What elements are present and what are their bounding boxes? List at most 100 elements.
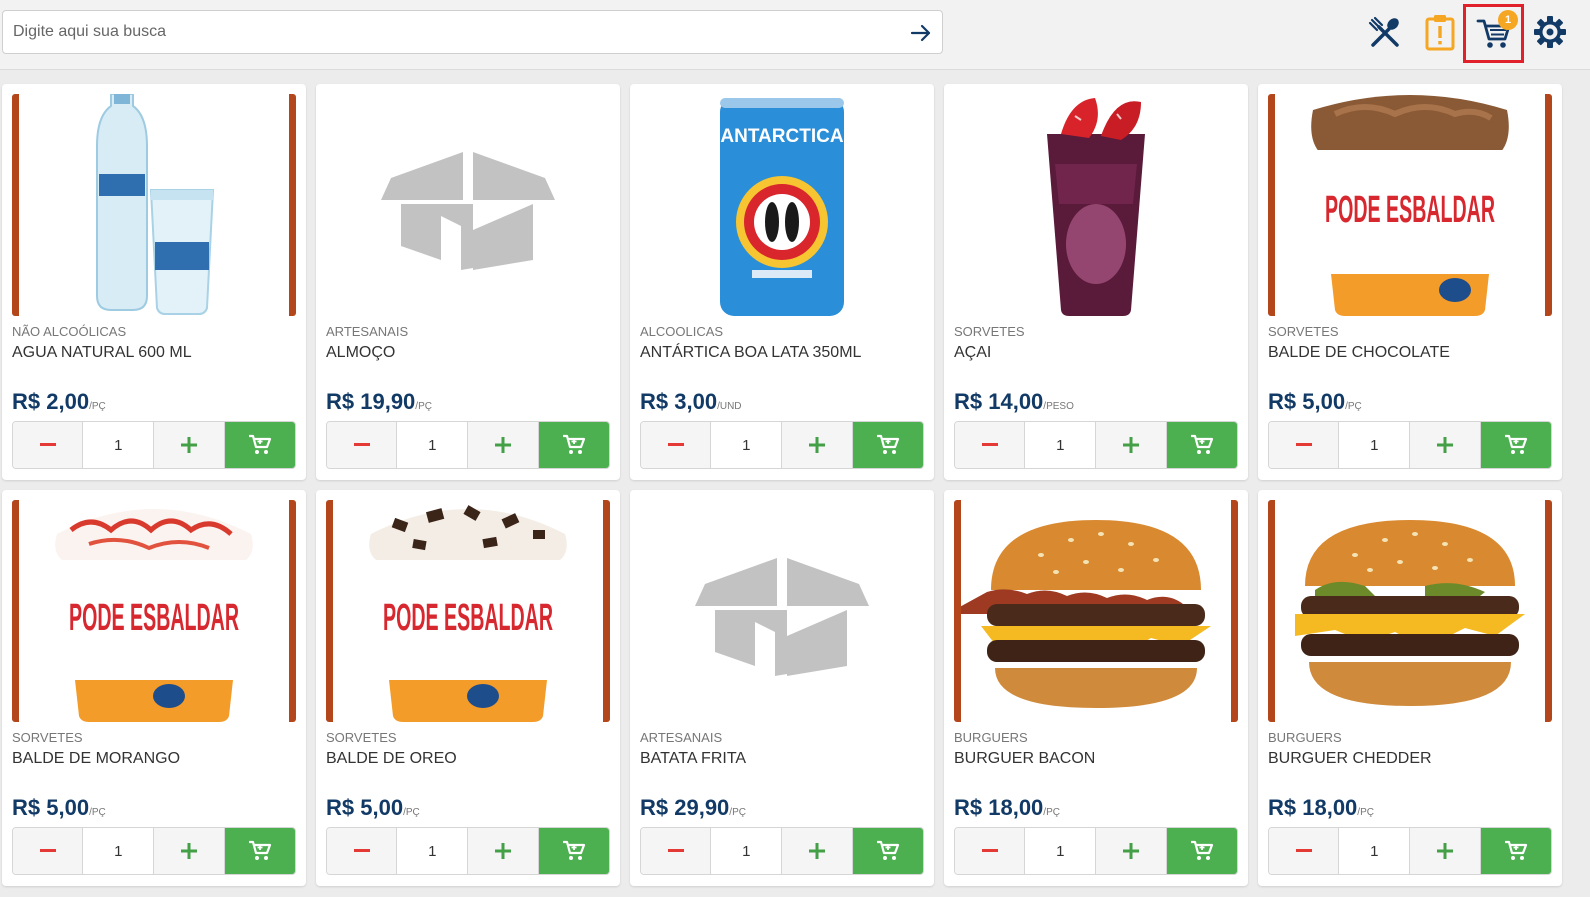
product-image-placeholder[interactable] xyxy=(326,94,610,316)
product-price: R$ 29,90/PÇ xyxy=(640,795,746,821)
product-card: ARTESANAIS ALMOÇO R$ 19,90/PÇ xyxy=(316,84,620,480)
price-value: R$ 19,90 xyxy=(326,389,416,414)
product-image[interactable] xyxy=(954,94,1238,316)
product-price: R$ 5,00/PÇ xyxy=(326,795,420,821)
product-name: BALDE DE OREO xyxy=(326,750,457,767)
product-price: R$ 18,00/PÇ xyxy=(1268,795,1374,821)
add-to-cart-button[interactable] xyxy=(1166,828,1237,874)
product-card: PODE ESBALDAR SORVETES BALDE DE MORANGO … xyxy=(2,490,306,886)
decrease-quantity-button[interactable] xyxy=(327,828,398,874)
increase-quantity-button[interactable] xyxy=(468,422,539,468)
product-name: ANTÁRTICA BOA LATA 350ML xyxy=(640,344,862,361)
add-to-cart-icon xyxy=(1190,434,1213,454)
add-to-cart-icon xyxy=(562,840,585,860)
decrease-quantity-button[interactable] xyxy=(641,828,712,874)
product-grid: NÃO ALCOÓLICAS AGUA NATURAL 600 ML R$ 2,… xyxy=(2,84,1568,886)
product-name: AGUA NATURAL 600 ML xyxy=(12,344,192,361)
product-category: ALCOOLICAS xyxy=(640,324,724,339)
product-card: BURGUERS BURGUER BACON R$ 18,00/PÇ xyxy=(944,490,1248,886)
increase-quantity-button[interactable] xyxy=(1410,828,1481,874)
orders-clipboard-icon[interactable] xyxy=(1416,7,1464,57)
increase-quantity-button[interactable] xyxy=(154,828,225,874)
decrease-quantity-button[interactable] xyxy=(13,422,84,468)
product-image[interactable]: ANTARCTICA xyxy=(640,94,924,316)
increase-quantity-button[interactable] xyxy=(782,828,853,874)
product-category: SORVETES xyxy=(1268,324,1339,339)
increase-quantity-button[interactable] xyxy=(1096,422,1167,468)
product-image[interactable] xyxy=(12,94,296,316)
product-price: R$ 19,90/PÇ xyxy=(326,389,432,415)
bucket-brand-text: PODE ESBALDAR xyxy=(383,597,553,639)
decrease-quantity-button[interactable] xyxy=(1269,828,1340,874)
quantity-controls xyxy=(326,421,610,469)
search-box xyxy=(2,10,943,54)
quantity-input[interactable] xyxy=(397,828,469,874)
product-image[interactable] xyxy=(954,500,1238,722)
decrease-quantity-button[interactable] xyxy=(327,422,398,468)
can-label-text: ANTARCTICA xyxy=(720,126,843,147)
product-price: R$ 5,00/PÇ xyxy=(12,795,106,821)
decrease-quantity-button[interactable] xyxy=(641,422,712,468)
decrease-quantity-button[interactable] xyxy=(955,828,1026,874)
add-to-cart-button[interactable] xyxy=(1480,422,1551,468)
menu-cutlery-icon[interactable] xyxy=(1361,7,1409,57)
add-to-cart-button[interactable] xyxy=(852,422,923,468)
decrease-quantity-button[interactable] xyxy=(955,422,1026,468)
quantity-input[interactable] xyxy=(83,828,155,874)
search-input[interactable] xyxy=(13,11,893,53)
bucket-brand-text: PODE ESBALDAR xyxy=(69,597,239,639)
add-to-cart-button[interactable] xyxy=(852,828,923,874)
price-unit: /PESO xyxy=(1043,401,1074,412)
product-name: BURGUER BACON xyxy=(954,750,1096,767)
product-price: R$ 18,00/PÇ xyxy=(954,795,1060,821)
add-to-cart-icon xyxy=(876,434,899,454)
increase-quantity-button[interactable] xyxy=(154,422,225,468)
product-image[interactable]: PODE ESBALDAR xyxy=(326,500,610,722)
product-category: BURGUERS xyxy=(954,730,1028,745)
quantity-input[interactable] xyxy=(711,422,783,468)
decrease-quantity-button[interactable] xyxy=(13,828,84,874)
add-to-cart-icon xyxy=(1504,840,1527,860)
product-category: SORVETES xyxy=(326,730,397,745)
quantity-controls xyxy=(640,421,924,469)
increase-quantity-button[interactable] xyxy=(782,422,853,468)
price-value: R$ 3,00 xyxy=(640,389,718,414)
quantity-input[interactable] xyxy=(1339,422,1411,468)
quantity-input[interactable] xyxy=(711,828,783,874)
add-to-cart-button[interactable] xyxy=(224,422,295,468)
product-image-placeholder[interactable] xyxy=(640,500,924,722)
settings-gear-icon[interactable] xyxy=(1526,7,1574,57)
price-value: R$ 5,00 xyxy=(1268,389,1346,414)
quantity-input[interactable] xyxy=(397,422,469,468)
price-unit: /PÇ xyxy=(89,401,106,412)
search-submit-arrow-icon[interactable] xyxy=(906,18,936,48)
quantity-input[interactable] xyxy=(1339,828,1411,874)
add-to-cart-button[interactable] xyxy=(1166,422,1237,468)
quantity-input[interactable] xyxy=(1025,422,1097,468)
product-image[interactable]: PODE ESBALDAR xyxy=(12,500,296,722)
product-name: ALMOÇO xyxy=(326,344,396,361)
increase-quantity-button[interactable] xyxy=(1096,828,1167,874)
quantity-controls xyxy=(12,421,296,469)
product-price: R$ 2,00/PÇ xyxy=(12,389,106,415)
empty-box-icon xyxy=(695,558,869,676)
price-unit: /PÇ xyxy=(1345,401,1362,412)
price-value: R$ 14,00 xyxy=(954,389,1044,414)
product-image[interactable]: PODE ESBALDAR xyxy=(1268,94,1552,316)
add-to-cart-button[interactable] xyxy=(224,828,295,874)
price-value: R$ 18,00 xyxy=(954,795,1044,820)
increase-quantity-button[interactable] xyxy=(468,828,539,874)
cart-button[interactable]: 1 xyxy=(1463,4,1524,63)
quantity-controls xyxy=(12,827,296,875)
product-name: BALDE DE MORANGO xyxy=(12,750,181,767)
add-to-cart-button[interactable] xyxy=(538,422,609,468)
empty-box-icon xyxy=(381,152,555,270)
quantity-input[interactable] xyxy=(83,422,155,468)
product-image[interactable] xyxy=(1268,500,1552,722)
add-to-cart-icon xyxy=(1504,434,1527,454)
add-to-cart-button[interactable] xyxy=(1480,828,1551,874)
increase-quantity-button[interactable] xyxy=(1410,422,1481,468)
add-to-cart-button[interactable] xyxy=(538,828,609,874)
quantity-input[interactable] xyxy=(1025,828,1097,874)
decrease-quantity-button[interactable] xyxy=(1269,422,1340,468)
